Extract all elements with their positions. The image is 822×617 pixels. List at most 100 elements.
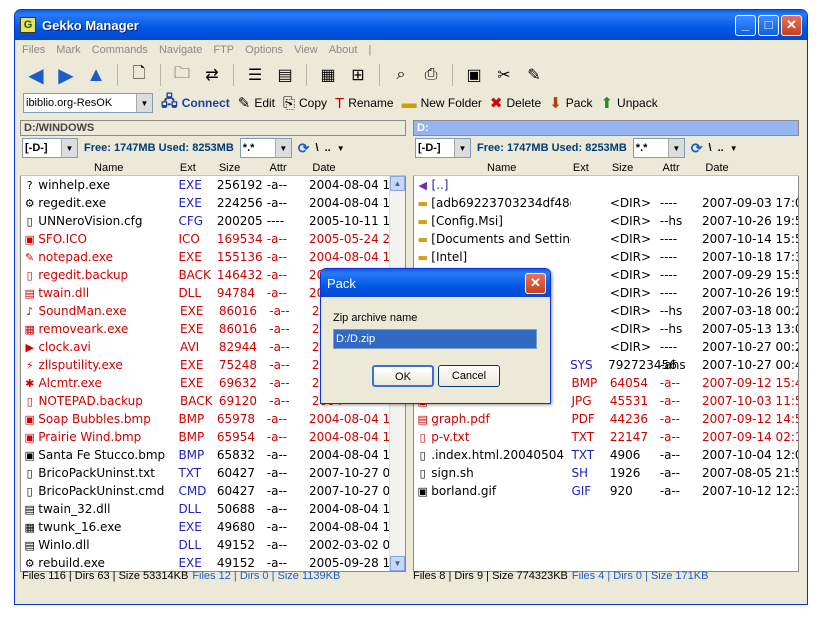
col-name[interactable]: Name xyxy=(431,162,573,174)
menu-view[interactable]: View xyxy=(294,44,318,56)
col-name[interactable]: Name xyxy=(38,162,180,174)
col-attr[interactable]: Attr xyxy=(270,162,313,174)
chevron-down-icon[interactable]: ▼ xyxy=(667,139,684,157)
col-size[interactable]: Size xyxy=(219,162,270,174)
chevron-down-icon[interactable]: ▼ xyxy=(61,139,77,157)
right-filter-select[interactable]: *.* ▼ xyxy=(632,138,685,158)
file-row[interactable]: ▬[Documents and Settings] <DIR> ---- 2007-1… xyxy=(414,230,798,248)
refresh-icon[interactable]: ⟳ xyxy=(691,140,703,157)
right-path-bar[interactable]: D: xyxy=(413,120,799,136)
col-ext[interactable]: Ext xyxy=(180,162,219,174)
maximize-button[interactable]: □ xyxy=(758,14,779,36)
file-name: twunk_16.exe xyxy=(38,520,122,534)
root-icon[interactable]: \ xyxy=(316,142,319,154)
copy-button[interactable]: ⎘ Copy xyxy=(283,95,327,112)
file-row[interactable]: ▯ p-v.txt TXT 22147 -a-- 2007-09-14 02:18 xyxy=(414,428,798,446)
file-row[interactable]: ▯ UNNeroVision.cfg CFG 200205 ---- 2005-10-11… xyxy=(21,212,405,230)
menu-navigate[interactable]: Navigate xyxy=(159,44,202,56)
file-row[interactable]: ◀ [..] xyxy=(414,176,798,194)
file-row[interactable]: ⚙regedit.exeEXE224256-a--2004-08-04 14:0… xyxy=(21,194,405,212)
connect-button[interactable]: 🖧 Connect xyxy=(161,91,230,116)
col-date[interactable]: Date xyxy=(705,162,799,174)
file-ext: EXE xyxy=(178,556,202,570)
file-row[interactable]: ▣ Santa Fe Stucco.bmp BMP 65832 -a-- 2004-08-… xyxy=(21,446,405,464)
new-file-icon[interactable]: 🗋 xyxy=(126,63,152,87)
ok-button[interactable]: OK xyxy=(372,365,434,387)
left-filter-select[interactable]: *.* ▼ xyxy=(239,138,292,158)
zip-name-input[interactable] xyxy=(333,329,537,349)
file-row[interactable]: ▦twunk_16.exeEXE49680-a--2004-08-04 14:0… xyxy=(21,518,405,536)
menu-options[interactable]: Options xyxy=(245,44,283,56)
file-row[interactable]: ▣ Soap Bubbles.bmp BMP 65978 -a-- 2004-08-04 … xyxy=(21,410,405,428)
parent-dir-icon[interactable]: .. xyxy=(718,142,724,154)
file-row[interactable]: ▯ .index.html.20040504 TXT 4906 -a-- 2007-10-… xyxy=(414,446,798,464)
unpack-button[interactable]: ⬆ Unpack xyxy=(600,94,657,112)
file-row[interactable]: ▯ BricoPackUninst.cmd CMD 60427 -a-- 2007-10-… xyxy=(21,482,405,500)
file-row[interactable]: ▯ sign.sh SH 1926 -a-- 2007-08-05 21:55 xyxy=(414,464,798,482)
site-combo[interactable]: ibiblio.org-ResOK ▼ xyxy=(23,93,153,113)
close-button[interactable]: ✕ xyxy=(781,14,802,36)
delete-button[interactable]: ✖ Delete xyxy=(490,94,541,112)
col-attr[interactable]: Attr xyxy=(663,162,706,174)
file-row[interactable]: ▤WinIo.dllDLL49152-a--2002-03-02 01:22 xyxy=(21,536,405,554)
extension-icon[interactable]: ⊞ xyxy=(345,63,371,87)
pack-button[interactable]: ⬇ Pack xyxy=(549,94,592,112)
terminal-icon[interactable]: ▣ xyxy=(461,63,487,87)
chevron-down-icon[interactable]: ▼ xyxy=(136,94,152,112)
tools-icon[interactable]: ✂ xyxy=(491,63,517,87)
file-row[interactable]: ▣ Prairie Wind.bmp BMP 65954 -a-- 2004-08-04 … xyxy=(21,428,405,446)
print-icon[interactable]: ⎙ xyxy=(418,63,444,87)
chevron-down-icon[interactable]: ▼ xyxy=(730,144,738,153)
file-attr: -a-- xyxy=(266,520,288,534)
forward-arrow-icon[interactable]: ▶ xyxy=(53,63,79,87)
menu-mark[interactable]: Mark xyxy=(56,44,80,56)
up-arrow-icon[interactable]: ▲ xyxy=(83,63,109,87)
file-row[interactable]: ▣borland.gif GIF 920 -a-- 2007-10-12 12:33 xyxy=(414,482,798,500)
file-row[interactable]: ▬[Config.Msi] <DIR> --hs 2007-10-26 19:57 xyxy=(414,212,798,230)
minimize-button[interactable]: _ xyxy=(735,14,756,36)
col-date[interactable]: Date xyxy=(312,162,406,174)
list-view-icon[interactable]: ☰ xyxy=(242,63,268,87)
file-row[interactable]: ▬[Intel] <DIR> ---- 2007-10-18 17:34 xyxy=(414,248,798,266)
pack-dialog-titlebar[interactable]: Pack ✕ xyxy=(321,269,550,297)
menu-commands[interactable]: Commands xyxy=(92,44,148,56)
refresh-icon[interactable]: ⟳ xyxy=(298,140,310,157)
chevron-down-icon[interactable]: ▼ xyxy=(274,139,291,157)
left-drive-select[interactable]: [-D-] ▼ xyxy=(22,138,78,158)
edit-button[interactable]: ✎ Edit xyxy=(238,94,275,112)
folder-icon[interactable]: 🗀 xyxy=(169,63,195,87)
notes-icon[interactable]: ✎ xyxy=(521,63,547,87)
find-icon[interactable]: ⌕ xyxy=(388,63,414,87)
properties-icon[interactable]: ▦ xyxy=(315,63,341,87)
file-row[interactable]: ▤twain_32.dllDLL50688-a--2004-08-04 14:0… xyxy=(21,500,405,518)
scroll-up-icon[interactable]: ▲ xyxy=(390,176,405,191)
col-ext[interactable]: Ext xyxy=(573,162,612,174)
menu-files[interactable]: Files xyxy=(22,44,45,56)
cancel-button[interactable]: Cancel xyxy=(438,365,500,387)
file-row[interactable]: ▯ BricoPackUninst.txt TXT 60427 -a-- 2007-10-… xyxy=(21,464,405,482)
col-size[interactable]: Size xyxy=(612,162,663,174)
new-folder-button[interactable]: ▬ New Folder xyxy=(402,95,482,112)
chevron-down-icon[interactable]: ▼ xyxy=(337,144,345,153)
right-drive-select[interactable]: [-D-] ▼ xyxy=(415,138,471,158)
close-icon[interactable]: ✕ xyxy=(525,272,546,294)
sync-folder-icon[interactable]: ⇄ xyxy=(199,63,225,87)
title-bar[interactable]: G Gekko Manager _ □ ✕ xyxy=(15,10,807,40)
back-arrow-icon[interactable]: ◀ xyxy=(23,63,49,87)
file-row[interactable]: ?winhelp.exeEXE256192-a--2004-08-04 14:0… xyxy=(21,176,405,194)
left-path-bar[interactable]: D:/WINDOWS xyxy=(20,120,406,136)
menu-ftp[interactable]: FTP xyxy=(213,44,234,56)
file-row[interactable]: ✎notepad.exeEXE155136-a--2004-08-04 14:0… xyxy=(21,248,405,266)
rename-button[interactable]: T Rename xyxy=(335,95,394,112)
file-row[interactable]: ▬[adb69223703234df48e8e9f <DIR> ---- 2007-0… xyxy=(414,194,798,212)
right-drive-bar: [-D-] ▼ Free: 1747MB Used: 8253MB *.* ▼ … xyxy=(413,136,799,160)
scroll-down-icon[interactable]: ▼ xyxy=(390,556,405,571)
chevron-down-icon[interactable]: ▼ xyxy=(454,139,470,157)
detail-view-icon[interactable]: ▤ xyxy=(272,63,298,87)
root-icon[interactable]: \ xyxy=(709,142,712,154)
app-icon: ▦ xyxy=(24,520,35,534)
menu-about[interactable]: About xyxy=(329,44,358,56)
file-row[interactable]: ▤graph.pdf PDF 44236 -a-- 2007-09-12 14:55 xyxy=(414,410,798,428)
file-row[interactable]: ▣SFO.ICOICO169534-a--2005-05-24 21:24 xyxy=(21,230,405,248)
parent-dir-icon[interactable]: .. xyxy=(325,142,331,154)
